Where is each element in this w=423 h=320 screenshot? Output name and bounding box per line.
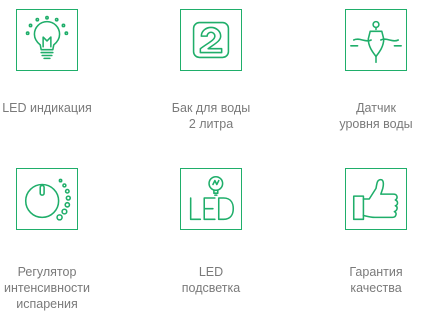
feature-label-quality-guarantee: Гарантия качества: [349, 265, 403, 295]
feature-label-water-level-sensor: Датчик уровня воды: [339, 101, 413, 131]
float-sensor-icon: [350, 20, 402, 64]
feature-icon-box-evaporation-regulator: [16, 168, 78, 230]
feature-icon-box-led-backlight: [180, 168, 242, 230]
feature-label-water-tank: Бак для воды 2 литра: [171, 101, 251, 131]
number-two-icon: [192, 21, 230, 59]
light-bulb-icon: [25, 15, 69, 60]
feature-icon-box-quality-guarantee: [345, 168, 407, 230]
feature-label-led-backlight: LED подсветка: [181, 265, 241, 295]
feature-icon-box-water-level-sensor: [345, 9, 407, 71]
feature-label-led-indication: LED индикация: [2, 101, 92, 115]
thumbs-up-icon: [352, 178, 399, 221]
led-bulb-icon: [189, 175, 235, 221]
dial-knob-icon: [24, 178, 71, 221]
feature-label-evaporation-regulator: Регулятор интенсивности испарения: [3, 265, 90, 311]
feature-icon-box-water-tank: [180, 9, 242, 71]
feature-icon-box-led-indication: [16, 9, 78, 71]
